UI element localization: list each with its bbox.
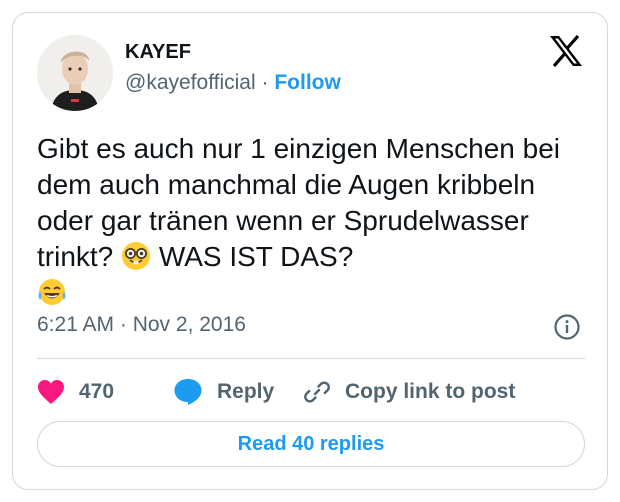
x-logo-icon[interactable] [549,34,583,68]
read-replies-button[interactable]: Read 40 replies [37,421,585,467]
copy-link-button[interactable]: Copy link to post [303,375,515,409]
author-name[interactable]: KAYEF [125,41,191,64]
reply-button[interactable]: Reply [173,375,274,409]
tweet-text-shout: WAS IST DAS? [158,241,354,272]
author-handle-line: @kayefofficial · Follow [125,71,341,95]
author-avatar[interactable] [37,35,113,111]
like-count: 470 [79,380,115,403]
like-button[interactable]: 470 [37,375,114,409]
action-bar: 470 Reply Copy link to post [37,375,585,409]
reply-label: Reply [217,380,275,403]
copy-link-label: Copy link to post [345,380,516,403]
nerd-face-emoji-icon [121,241,151,271]
handle-separator: · [255,71,275,94]
tweet-embed-card: KAYEF @kayefofficial · Follow Gibt es au… [12,12,608,490]
follow-button[interactable]: Follow [274,71,341,94]
tears-of-joy-emoji-icon [37,277,67,307]
tweet-timestamp[interactable]: 6:21 AM · Nov 2, 2016 [37,313,246,337]
link-icon [303,378,331,406]
heart-icon [37,379,65,405]
info-icon[interactable] [553,313,581,341]
reply-bubble-icon [173,378,203,406]
divider [37,358,585,359]
author-handle[interactable]: @kayefofficial [125,71,256,94]
tweet-text: Gibt es auch nur 1 einzigen Menschen bei… [37,131,597,311]
